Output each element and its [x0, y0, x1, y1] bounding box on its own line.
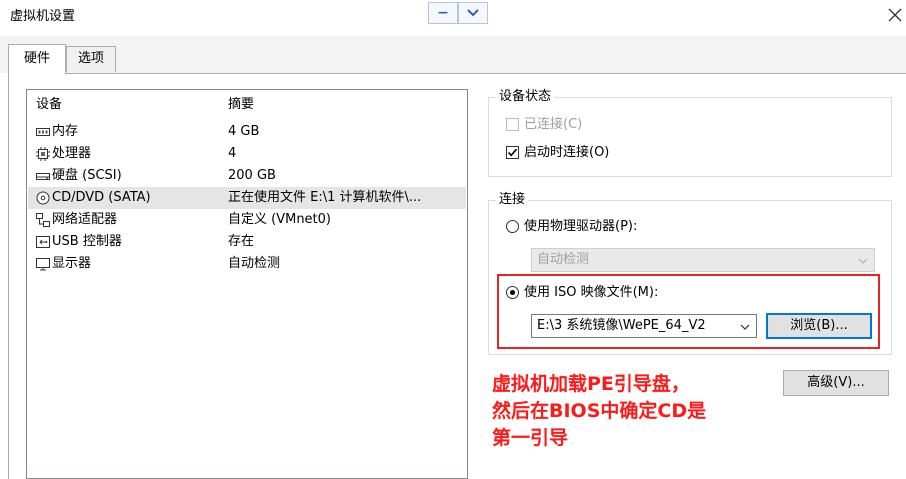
column-header-device[interactable]: 设备 [36, 96, 62, 114]
title-dropdown-button[interactable] [458, 2, 488, 24]
checkmark-icon [507, 148, 518, 157]
device-row-cd-dvd[interactable]: CD/DVD (SATA) 正在使用文件 E:\1 计算机软件\... [28, 187, 466, 209]
annotation-line: 虚拟机加载PE引导盘， [492, 373, 690, 395]
device-summary: 正在使用文件 E:\1 计算机软件\... [228, 190, 422, 205]
device-row-usb-controller[interactable]: USB 控制器 存在 [28, 231, 466, 253]
device-row-display[interactable]: 显示器 自动检测 [28, 253, 466, 275]
device-name: CD/DVD (SATA) [52, 190, 151, 205]
connect-at-power-on-checkbox[interactable] [506, 146, 519, 159]
device-summary: 200 GB [228, 168, 276, 183]
chevron-down-icon [467, 9, 479, 17]
device-row-processor[interactable]: 处理器 4 [28, 143, 466, 165]
highlight-box [497, 274, 880, 349]
window-title: 虚拟机设置 [10, 9, 76, 24]
minimize-button[interactable]: − [428, 2, 458, 24]
device-name: 处理器 [52, 146, 92, 161]
hard-disk-icon [36, 173, 50, 180]
physical-drive-value: 自动检测 [537, 252, 590, 267]
column-header-summary[interactable]: 摘要 [228, 96, 254, 114]
physical-drive-label: 使用物理驱动器(P): [524, 219, 638, 234]
device-summary: 存在 [228, 234, 255, 249]
device-name: 内存 [52, 124, 79, 139]
display-icon [36, 258, 50, 271]
physical-drive-radio[interactable] [506, 220, 519, 233]
close-icon[interactable] [888, 8, 902, 22]
connected-checkbox[interactable] [506, 118, 519, 131]
memory-icon [36, 128, 50, 136]
tab-options[interactable]: 选项 [66, 46, 116, 72]
device-status-group [488, 97, 892, 177]
device-summary: 4 GB [228, 124, 260, 139]
annotation-text: 虚拟机加载PE引导盘， 然后在BIOS中确定CD是 第一引导 [492, 371, 782, 452]
device-name: 网络适配器 [52, 212, 118, 227]
network-adapter-icon [36, 213, 50, 227]
device-name: 硬盘 (SCSI) [52, 168, 122, 183]
connect-at-power-on-label: 启动时连接(O) [524, 145, 610, 160]
device-status-title: 设备状态 [496, 89, 555, 105]
cd-dvd-icon [36, 191, 50, 205]
device-name: 显示器 [52, 256, 92, 271]
physical-drive-select[interactable]: 自动检测 [531, 248, 875, 272]
device-row-memory[interactable]: 内存 4 GB [28, 121, 466, 143]
device-summary: 4 [228, 146, 237, 161]
device-row-network-adapter[interactable]: 网络适配器 自定义 (VMnet0) [28, 209, 466, 231]
tab-hardware[interactable]: 硬件 [8, 44, 66, 74]
annotation-line: 第一引导 [492, 427, 569, 449]
device-summary: 自动检测 [228, 256, 281, 271]
connection-title: 连接 [496, 192, 529, 208]
device-row-hard-disk[interactable]: 硬盘 (SCSI) 200 GB [28, 165, 466, 187]
connected-label: 已连接(C) [524, 117, 583, 132]
tab-strip [0, 36, 906, 73]
advanced-button[interactable]: 高级(V)... [783, 370, 889, 396]
minimize-icon: − [437, 5, 449, 21]
usb-controller-icon [36, 236, 50, 248]
device-name: USB 控制器 [52, 234, 122, 249]
annotation-line: 然后在BIOS中确定CD是 [492, 400, 707, 422]
processor-icon [36, 147, 50, 161]
device-summary: 自定义 (VMnet0) [228, 212, 331, 227]
chevron-down-icon [858, 258, 868, 264]
